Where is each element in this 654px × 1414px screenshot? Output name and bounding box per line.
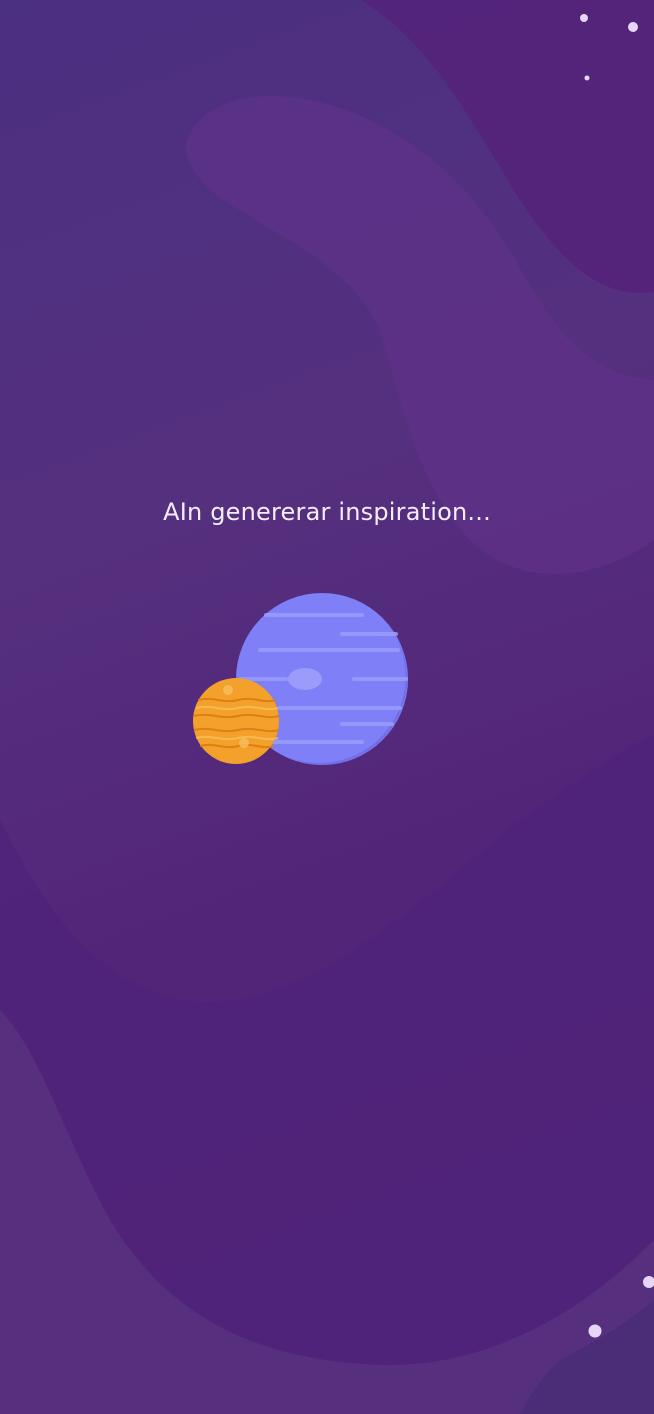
small-planet-icon [193, 678, 280, 765]
loading-message: AIn genererar inspiration... [163, 498, 491, 526]
planets-illustration [193, 593, 408, 765]
loading-screen: AIn genererar inspiration... [0, 0, 654, 1414]
